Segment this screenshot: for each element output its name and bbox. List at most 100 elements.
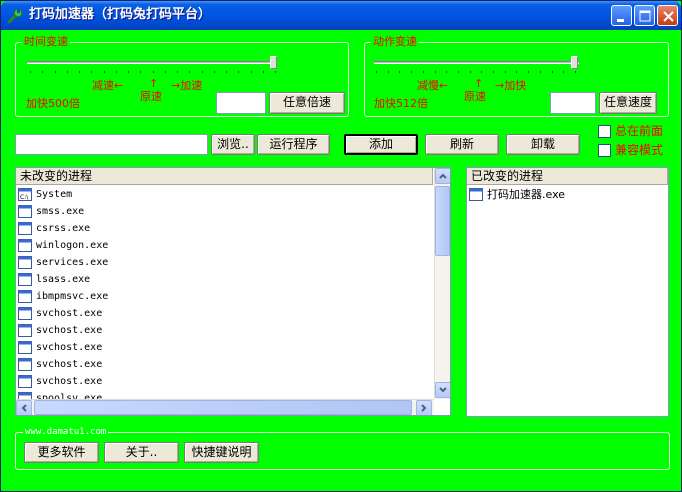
process-name: ibmpmsvc.exe — [36, 291, 109, 302]
add-button[interactable]: 添加 — [344, 134, 418, 155]
table-row[interactable]: ibmpmsvc.exe — [16, 288, 433, 305]
action-speed-group: 动作变速 减慢← ↑ 原速 →加快 加快512倍 任意速度 — [364, 35, 669, 117]
table-row[interactable]: svchost.exe — [16, 356, 433, 373]
slider-tick — [423, 71, 424, 73]
action-speed-slider-track[interactable] — [374, 61, 579, 64]
table-row[interactable]: C:\ System — [16, 186, 433, 203]
time-apply-button[interactable]: 任意倍速 — [269, 92, 345, 114]
window-app-icon — [18, 205, 32, 218]
refresh-button[interactable]: 刷新 — [425, 134, 499, 155]
hotkey-help-button[interactable]: 快捷键说明 — [184, 442, 259, 463]
scroll-left-button[interactable] — [16, 400, 32, 415]
window-app-icon — [18, 290, 32, 303]
table-row[interactable]: csrss.exe — [16, 220, 433, 237]
run-program-button[interactable]: 运行程序 — [257, 134, 330, 155]
slider-tick — [575, 71, 576, 73]
time-speed-slider-track[interactable] — [27, 61, 275, 64]
process-name: svchost.exe — [36, 308, 103, 319]
slider-tick — [388, 71, 389, 73]
vertical-scroll-thumb[interactable] — [435, 186, 450, 256]
window-app-icon — [18, 341, 32, 354]
table-row[interactable]: svchost.exe — [16, 339, 433, 356]
unchanged-process-list[interactable]: 未改变的进程 C:\ System smss.exe csrss.exe winlogo… — [15, 167, 451, 416]
table-row[interactable]: smss.exe — [16, 203, 433, 220]
unchanged-list-header[interactable]: 未改变的进程 — [16, 168, 433, 185]
window-app-icon — [18, 273, 32, 286]
horizontal-scroll-thumb[interactable] — [34, 400, 412, 415]
about-button[interactable]: 关于.. — [104, 442, 179, 463]
time-fast-label: →加速 — [171, 79, 203, 92]
unchanged-list-hscrollbar[interactable] — [16, 399, 434, 415]
minimize-button[interactable] — [611, 5, 632, 26]
time-up-arrow: ↑ — [149, 77, 159, 90]
chevron-down-icon — [439, 387, 447, 393]
table-row[interactable]: services.exe — [16, 254, 433, 271]
slider-tick — [516, 71, 517, 73]
table-row[interactable]: winlogon.exe — [16, 237, 433, 254]
window-app-icon — [18, 256, 32, 269]
action-speed-legend: 动作变速 — [371, 35, 419, 49]
process-name: System — [36, 189, 73, 200]
close-icon — [663, 11, 674, 22]
changed-process-list[interactable]: 已改变的进程 打码加速器.exe — [466, 167, 669, 417]
time-multiplier-input[interactable] — [216, 92, 266, 114]
table-row[interactable]: 打码加速器.exe — [467, 186, 668, 203]
action-speed-slider-thumb[interactable] — [571, 56, 578, 69]
table-row[interactable]: svchost.exe — [16, 322, 433, 339]
time-normal-label: 原速 — [140, 90, 162, 103]
slider-tick — [275, 71, 276, 73]
maximize-button[interactable] — [634, 5, 655, 26]
table-row[interactable]: svchost.exe — [16, 373, 433, 390]
always-on-top-label: 总在前面 — [615, 124, 664, 138]
website-label[interactable]: www.damatu1.com — [23, 427, 109, 438]
wrench-app-icon — [7, 8, 23, 24]
process-name: lsass.exe — [36, 274, 91, 285]
changed-list-rows: 打码加速器.exe — [467, 186, 668, 203]
action-speed-input[interactable] — [550, 92, 596, 114]
table-row[interactable]: lsass.exe — [16, 271, 433, 288]
time-speed-status: 加快500倍 — [26, 97, 80, 110]
slider-tick — [165, 71, 166, 73]
slider-tick — [251, 71, 252, 73]
unload-button[interactable]: 卸载 — [506, 134, 580, 155]
window-app-icon — [18, 375, 32, 388]
unchanged-list-vscrollbar[interactable] — [434, 168, 450, 399]
action-up-arrow: ↑ — [474, 77, 484, 90]
slider-tick — [458, 71, 459, 73]
slider-tick — [128, 71, 129, 73]
program-path-input[interactable] — [15, 134, 208, 155]
footer-group: www.damatu1.com 更多软件 关于.. 快捷键说明 — [15, 427, 670, 470]
title-bar[interactable]: 打码加速器（打码兔打码平台） — [1, 1, 681, 30]
slider-tick — [493, 71, 494, 73]
slider-tick — [470, 71, 471, 73]
process-name: svchost.exe — [36, 342, 103, 353]
slider-tick — [79, 71, 80, 73]
slider-tick — [42, 71, 43, 73]
time-speed-slider-thumb[interactable] — [270, 56, 277, 69]
scroll-up-button[interactable] — [435, 168, 450, 184]
changed-list-header[interactable]: 已改变的进程 — [467, 168, 668, 185]
scroll-right-button[interactable] — [416, 400, 432, 415]
slider-tick — [540, 71, 541, 73]
slider-tick — [91, 71, 92, 73]
window-app-icon — [18, 358, 32, 371]
action-slow-label: 减慢← — [417, 79, 449, 92]
process-name: 打码加速器.exe — [487, 188, 566, 201]
process-name: winlogon.exe — [36, 240, 109, 251]
slider-tick — [435, 71, 436, 73]
process-name: svchost.exe — [36, 359, 103, 370]
table-row[interactable]: svchost.exe — [16, 305, 433, 322]
process-name: csrss.exe — [36, 223, 91, 234]
time-speed-group: 时间变速 减速← ↑ 原速 →加速 加快500倍 任意倍速 — [15, 35, 349, 117]
chevron-left-icon — [21, 404, 27, 412]
scroll-down-button[interactable] — [435, 382, 450, 398]
action-apply-button[interactable]: 任意速度 — [599, 92, 657, 114]
compat-mode-label: 兼容模式 — [615, 143, 664, 157]
more-software-button[interactable]: 更多软件 — [24, 442, 99, 463]
slider-tick — [528, 71, 529, 73]
close-button[interactable] — [657, 5, 678, 26]
browse-button[interactable]: 浏览.. — [211, 134, 255, 155]
compat-mode-checkbox[interactable] — [598, 144, 611, 157]
always-on-top-checkbox[interactable] — [598, 125, 611, 138]
slider-tick — [30, 71, 31, 73]
